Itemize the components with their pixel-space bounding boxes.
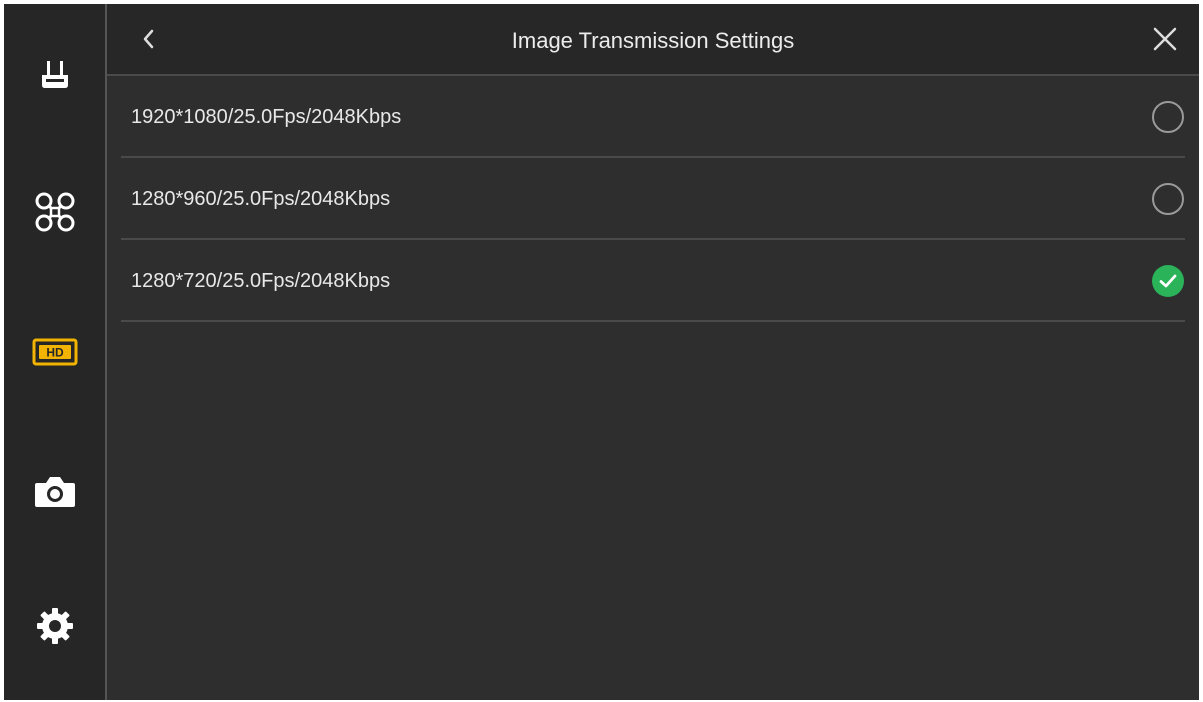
radio-unselected-icon[interactable]: [1151, 182, 1185, 216]
header-bar: Image Transmission Settings: [107, 4, 1199, 76]
option-label: 1920*1080/25.0Fps/2048Kbps: [131, 106, 402, 128]
gear-icon: [36, 608, 73, 644]
resolution-option-list: 1920*1080/25.0Fps/2048Kbps 1280*960/25.0…: [121, 76, 1185, 322]
sidebar-item-remote-controller[interactable]: [4, 36, 105, 116]
hd-icon: HD: [32, 338, 77, 366]
sidebar-item-aircraft[interactable]: [4, 172, 105, 252]
sidebar-item-image-transmission[interactable]: HD: [4, 312, 105, 392]
remote-controller-icon: [41, 61, 68, 88]
sidebar-item-general-settings[interactable]: [4, 586, 105, 666]
app-window: HD Image Transmission Settings 1920*1080…: [4, 4, 1199, 700]
camera-icon: [34, 477, 75, 507]
resolution-option-1280x720[interactable]: 1280*720/25.0Fps/2048Kbps: [121, 240, 1185, 322]
radio-selected-check-icon[interactable]: [1151, 264, 1185, 298]
hd-badge-text: HD: [46, 346, 64, 360]
chevron-left-icon: [143, 29, 154, 49]
sidebar-item-camera[interactable]: [4, 452, 105, 532]
close-icon: [1153, 27, 1177, 51]
close-button[interactable]: [1145, 19, 1185, 59]
resolution-option-1280x960[interactable]: 1280*960/25.0Fps/2048Kbps: [121, 158, 1185, 240]
option-label: 1280*960/25.0Fps/2048Kbps: [131, 188, 391, 210]
settings-panel: Image Transmission Settings 1920*1080/25…: [107, 4, 1199, 700]
sidebar: HD: [4, 4, 107, 700]
page-title: Image Transmission Settings: [511, 28, 795, 53]
back-button[interactable]: [129, 19, 169, 59]
resolution-option-1920x1080[interactable]: 1920*1080/25.0Fps/2048Kbps: [121, 76, 1185, 158]
option-label: 1280*720/25.0Fps/2048Kbps: [131, 270, 391, 292]
drone-icon: [35, 192, 74, 232]
radio-unselected-icon[interactable]: [1151, 100, 1185, 134]
